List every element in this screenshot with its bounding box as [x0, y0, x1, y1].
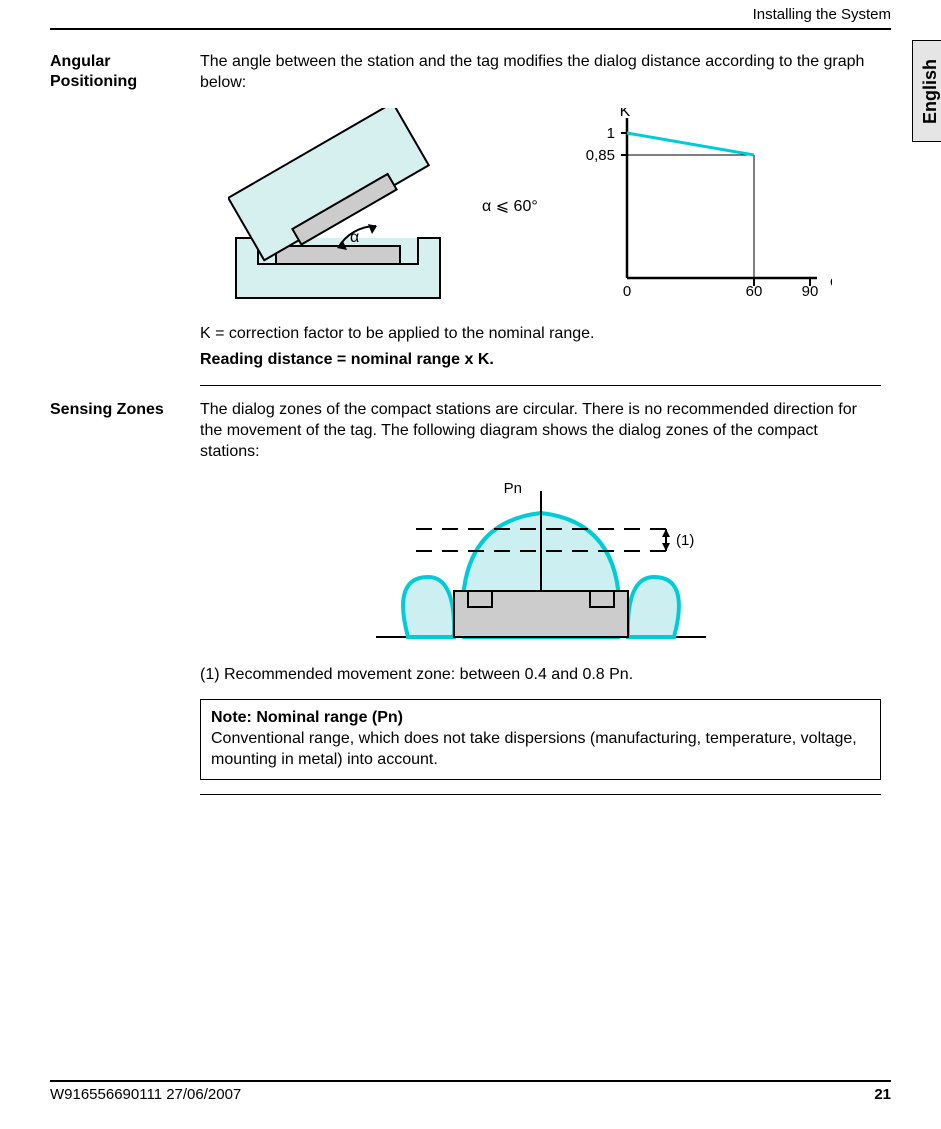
- section-divider-1: [200, 385, 881, 386]
- figure-k-chart: K 1 0,85 0 60 90 α (°): [572, 108, 832, 308]
- sensing-intro-text: The dialog zones of the compact stations…: [200, 400, 881, 462]
- page-header: Installing the System: [50, 0, 891, 30]
- figure-sensing-zones: Pn (1): [346, 477, 736, 657]
- heading-line-2: Positioning: [50, 73, 137, 90]
- section-angular-heading: Angular Positioning: [50, 52, 180, 92]
- section-divider-2: [200, 794, 881, 795]
- chart-tick-1: 1: [606, 125, 614, 142]
- alpha-symbol: α: [350, 229, 359, 246]
- note-title: Note: Nominal range (Pn): [211, 709, 403, 726]
- pn-label: Pn: [503, 480, 521, 497]
- note-body: Conventional range, which does not take …: [211, 730, 857, 768]
- language-tab-label: English: [920, 58, 941, 123]
- k-explain-text: K = correction factor to be applied to t…: [200, 324, 881, 345]
- chart-alpha-axis-label: α (°): [830, 273, 832, 290]
- note-box: Note: Nominal range (Pn) Conventional ra…: [200, 699, 881, 779]
- footer-docref: W916556690111 27/06/2007: [50, 1086, 241, 1103]
- chart-tick-x90: 90: [801, 283, 818, 300]
- zone-callout-1: (1): [676, 532, 694, 549]
- header-title: Installing the System: [753, 6, 891, 23]
- alpha-condition: α ⩽ 60°: [482, 197, 538, 218]
- footer-page-number: 21: [874, 1086, 891, 1103]
- angular-intro-text: The angle between the station and the ta…: [200, 52, 881, 94]
- reading-distance-formula: Reading distance = nominal range x K.: [200, 350, 881, 371]
- page-footer: W916556690111 27/06/2007 21: [50, 1080, 891, 1103]
- section-sensing-heading: Sensing Zones: [50, 400, 180, 420]
- chart-tick-x60: 60: [745, 283, 762, 300]
- chart-tick-x0: 0: [623, 283, 631, 300]
- sensing-caption: (1) Recommended movement zone: between 0…: [200, 665, 881, 686]
- chart-k-label: K: [619, 108, 630, 120]
- heading-line-1: Angular: [50, 53, 110, 70]
- figure-angle-diagram: α: [228, 108, 448, 308]
- chart-tick-085: 0,85: [586, 147, 615, 164]
- language-tab: English: [912, 40, 941, 142]
